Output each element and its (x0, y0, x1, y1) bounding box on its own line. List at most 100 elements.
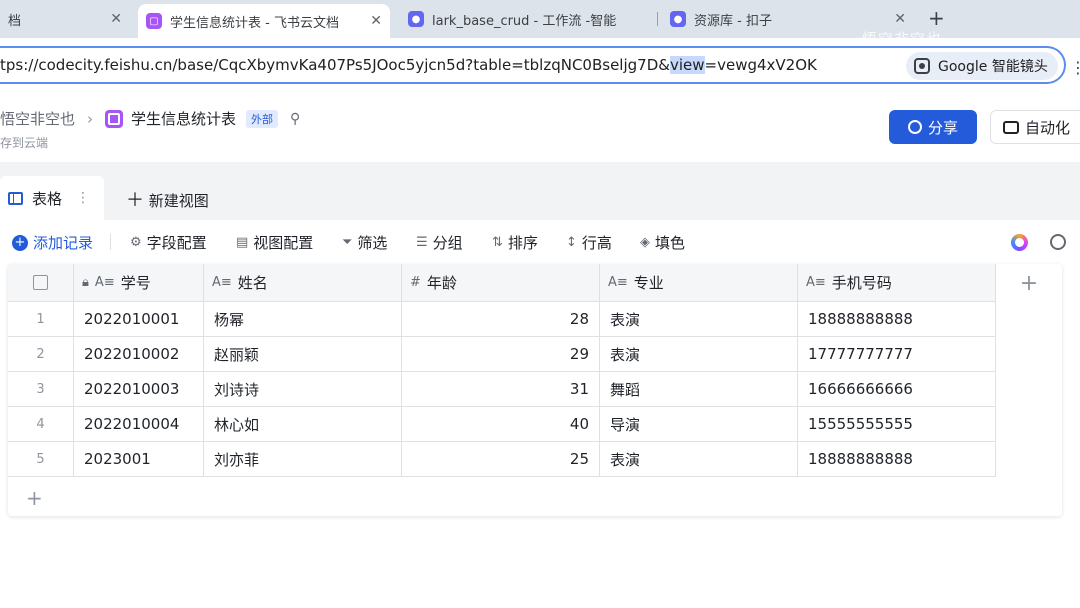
browser-tab-1[interactable]: 档 ✕ (0, 4, 130, 34)
new-view-button[interactable]: ＋ 新建视图 (126, 186, 209, 212)
add-field-button[interactable]: + (996, 264, 1062, 302)
fill-color-label: 填色 (655, 234, 686, 252)
row-height-button[interactable]: ↕ 行高 (566, 232, 612, 253)
ai-assistant-icon[interactable] (1011, 234, 1028, 251)
cell-age[interactable]: 25 (402, 442, 600, 477)
save-status: 存到云端 (0, 136, 49, 150)
base-doc-icon: ▢ (146, 13, 162, 29)
cell-phone[interactable]: 15555555555 (798, 407, 996, 442)
cell-phone[interactable]: 16666666666 (798, 372, 996, 407)
cell-name[interactable]: 刘亦菲 (204, 442, 402, 477)
more-vertical-icon[interactable]: ⋮ (76, 190, 90, 206)
share-button[interactable]: 分享 (889, 110, 977, 144)
cell-age[interactable]: 29 (402, 337, 600, 372)
column-header-age[interactable]: # 年龄 (402, 264, 600, 302)
cell-major[interactable]: 舞蹈 (600, 372, 798, 407)
cell-phone[interactable]: 18888888888 (798, 302, 996, 337)
cell-major[interactable]: 表演 (600, 337, 798, 372)
browser-menu-icon[interactable]: ⋮ (1070, 58, 1080, 77)
cell-student-id[interactable]: 2023001 (74, 442, 204, 477)
field-config-button[interactable]: ⚙ 字段配置 (130, 232, 207, 253)
cell-age[interactable]: 28 (402, 302, 600, 337)
text-field-icon: A≡ (94, 275, 115, 290)
cell-major[interactable]: 表演 (600, 442, 798, 477)
page-title[interactable]: 学生信息统计表 (131, 108, 236, 129)
column-label: 手机号码 (831, 274, 892, 292)
group-icon: ☰ (416, 235, 428, 250)
text-field-icon: A≡ (608, 275, 628, 290)
column-label: 年龄 (426, 274, 457, 292)
pin-icon[interactable]: ⚲ (290, 111, 300, 127)
cell-major[interactable]: 导演 (600, 407, 798, 442)
row-index: 5 (8, 442, 74, 477)
cell-student-id[interactable]: 2022010002 (74, 337, 204, 372)
row-index: 3 (8, 372, 74, 407)
add-record-button[interactable]: + 添加记录 (12, 232, 93, 253)
cell-phone[interactable]: 18888888888 (798, 442, 996, 477)
robot-icon (1003, 120, 1019, 134)
cell-name[interactable]: 赵丽颖 (204, 337, 402, 372)
add-row-button[interactable]: + (26, 486, 43, 510)
column-header-student-id[interactable]: 🔒︎ A≡ 学号 (74, 264, 204, 302)
cell-name[interactable]: 刘诗诗 (204, 372, 402, 407)
cell-student-id[interactable]: 2022010003 (74, 372, 204, 407)
row-index: 2 (8, 337, 74, 372)
breadcrumb-workspace[interactable]: 悟空非空也 (0, 108, 75, 129)
sort-label: 排序 (507, 234, 538, 252)
view-config-button[interactable]: ▤ 视图配置 (236, 232, 313, 253)
automation-label: 自动化 (1025, 118, 1071, 137)
new-tab-button[interactable]: + (928, 6, 945, 30)
cell-age[interactable]: 40 (402, 407, 600, 442)
url-selection: view (669, 56, 705, 74)
close-icon[interactable]: ✕ (370, 13, 382, 29)
lens-icon (914, 58, 930, 74)
chevron-right-icon: › (87, 109, 94, 128)
toolbar-divider (110, 234, 111, 250)
paint-bucket-icon: ◈ (640, 235, 650, 250)
tab-title: 学生信息统计表 - 飞书云文档 (170, 15, 339, 31)
cell-student-id[interactable]: 2022010001 (74, 302, 204, 337)
coze-icon: ● (670, 11, 686, 27)
coze-icon: ● (408, 11, 424, 27)
tab-title: lark_base_crud - 工作流 -智能 (432, 13, 617, 29)
fill-color-button[interactable]: ◈ 填色 (640, 232, 685, 253)
google-lens-button[interactable]: Google 智能镜头 (906, 52, 1058, 80)
column-label: 学号 (120, 274, 151, 292)
text-field-icon: A≡ (806, 275, 826, 290)
history-icon[interactable] (1050, 234, 1066, 250)
row-index: 4 (8, 407, 74, 442)
automation-button[interactable]: 自动化 (990, 110, 1080, 144)
close-icon[interactable]: ✕ (110, 11, 122, 27)
column-header-major[interactable]: A≡ 专业 (600, 264, 798, 302)
grid-view-icon (8, 191, 23, 205)
cell-age[interactable]: 31 (402, 372, 600, 407)
group-button[interactable]: ☰ 分组 (416, 232, 463, 253)
url-part: =vewg4xV2OK (704, 56, 817, 74)
select-all-header (8, 264, 74, 302)
address-bar[interactable]: tps://codecity.feishu.cn/base/CqcXbymvKa… (0, 46, 1066, 84)
cell-name[interactable]: 林心如 (204, 407, 402, 442)
browser-tab-strip: 档 ✕ ▢ 学生信息统计表 - 飞书云文档 ✕ ● lark_base_crud… (0, 0, 1080, 48)
column-header-phone[interactable]: A≡ 手机号码 (798, 264, 996, 302)
cell-major[interactable]: 表演 (600, 302, 798, 337)
sort-button[interactable]: ⇅ 排序 (492, 232, 538, 253)
filter-button[interactable]: ⏷ 筛选 (342, 232, 387, 253)
cell-phone[interactable]: 17777777777 (798, 337, 996, 372)
cell-name[interactable]: 杨幂 (204, 302, 402, 337)
cell-student-id[interactable]: 2022010004 (74, 407, 204, 442)
browser-tab-3[interactable]: ● lark_base_crud - 工作流 -智能 (400, 4, 652, 34)
share-label: 分享 (927, 118, 958, 137)
column-header-name[interactable]: A≡ 姓名 (204, 264, 402, 302)
new-view-label: 新建视图 (148, 192, 209, 210)
lock-icon: 🔒︎ (82, 275, 89, 290)
close-icon[interactable]: ✕ (894, 11, 906, 27)
url-text[interactable]: tps://codecity.feishu.cn/base/CqcXbymvKa… (0, 56, 817, 74)
select-all-checkbox[interactable] (33, 275, 48, 290)
globe-icon (907, 120, 922, 134)
number-field-icon: # (410, 275, 421, 290)
table-toolbar: + 添加记录 ⚙ 字段配置 ▤ 视图配置 ⏷ 筛选 ☰ 分组 ⇅ 排序 ↕ 行高… (0, 220, 1080, 264)
browser-tab-active[interactable]: ▢ 学生信息统计表 - 飞书云文档 ✕ (138, 4, 390, 38)
view-config-label: 视图配置 (253, 234, 314, 252)
tab-grid-view[interactable]: 表格 ⋮ (0, 176, 104, 220)
group-label: 分组 (432, 234, 463, 252)
